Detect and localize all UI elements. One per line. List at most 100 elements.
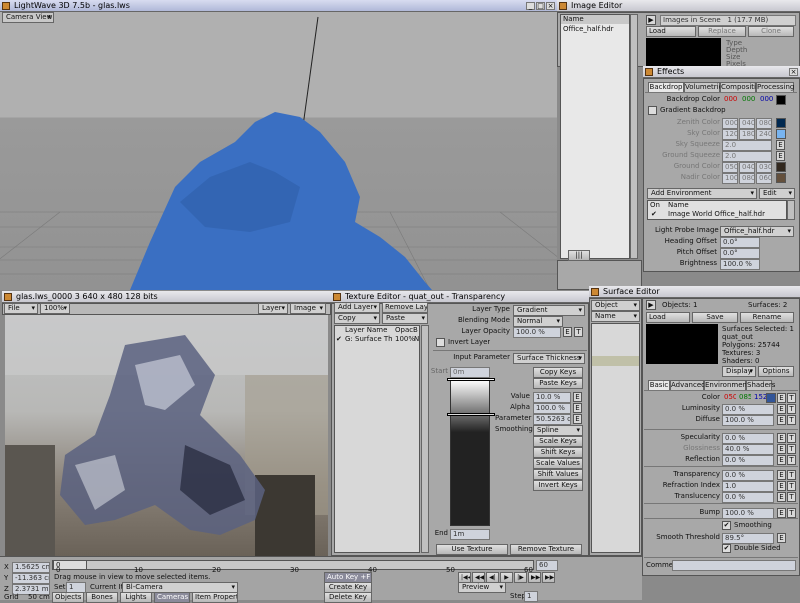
end-frame-field[interactable]: 60	[536, 560, 558, 571]
paste-dropdown[interactable]: Paste	[382, 313, 428, 324]
envelope-button[interactable]: E	[776, 151, 785, 161]
color-blue[interactable]: 152	[752, 393, 766, 404]
effects-close-button[interactable]: ×	[789, 68, 798, 76]
opacity-envelope-button[interactable]: E	[563, 327, 572, 337]
envelope-button[interactable]: E	[777, 415, 786, 425]
gradient-bar[interactable]	[447, 378, 495, 526]
gradient-row-value[interactable]: 180	[739, 129, 755, 140]
tab-compositing[interactable]: Compositing	[720, 82, 765, 92]
gradient-color-swatch[interactable]	[776, 173, 786, 183]
gradient-row-value[interactable]: 040	[739, 162, 755, 173]
surface-property-field[interactable]: 0.0 %	[722, 492, 774, 503]
bones-button[interactable]: Bones	[86, 592, 118, 603]
item-properties-button[interactable]: Item Properties	[192, 592, 238, 603]
tab-basic[interactable]: Basic	[648, 380, 670, 390]
use-texture-button[interactable]: Use Texture	[436, 544, 508, 555]
value-field[interactable]: 10.0 %	[533, 392, 571, 403]
env-item-check[interactable]: ✔	[651, 210, 657, 219]
texture-button[interactable]: T	[787, 481, 796, 491]
parameter-field[interactable]: 50.5263 cm	[533, 414, 571, 425]
image-load-button[interactable]: Load	[646, 26, 696, 37]
smooth-threshold-field[interactable]: 89.5°	[722, 533, 774, 544]
scroll-button[interactable]: |||	[568, 250, 590, 261]
remove-texture-button[interactable]: Remove Texture	[510, 544, 582, 555]
tab-volumetrics[interactable]: Volumetrics	[684, 82, 726, 92]
gradient-row-value[interactable]: 080	[739, 173, 755, 184]
envelope-button[interactable]: E	[776, 140, 785, 150]
gradient-color-swatch[interactable]	[776, 118, 786, 128]
light-probe-dropdown[interactable]: Office_half.hdr	[720, 226, 794, 237]
shift-keys-button[interactable]: Shift Keys	[533, 447, 583, 458]
envelope-button[interactable]: E	[777, 481, 786, 491]
color-green[interactable]: 085	[737, 393, 751, 404]
surface-play-arrow-icon[interactable]: ▶	[646, 300, 656, 310]
surface-rename-button[interactable]: Rename	[740, 312, 794, 323]
surface-save-button[interactable]: Save	[692, 312, 738, 323]
backdrop-green[interactable]: 000	[740, 95, 756, 106]
surface-property-field[interactable]: 0.0 %	[722, 470, 774, 481]
smoothing-checkbox[interactable]: ✔	[722, 521, 731, 530]
images-in-scene-dropdown[interactable]: Images in Scene 1 (17.7 MB)	[660, 15, 796, 26]
options-button[interactable]: Options	[758, 366, 794, 377]
gradient-row-value[interactable]: 000	[722, 118, 738, 129]
value-envelope-button[interactable]: E	[573, 392, 582, 402]
image-list-scrollbar[interactable]	[630, 14, 638, 259]
texture-button[interactable]: T	[787, 470, 796, 480]
maximize-button[interactable]: □	[536, 2, 545, 10]
gradient-row-value[interactable]: 100	[722, 173, 738, 184]
texture-button[interactable]: T	[787, 415, 796, 425]
tab-environment[interactable]: Environment	[704, 380, 750, 390]
texture-button[interactable]: T	[787, 404, 796, 414]
pitch-offset-field[interactable]: 0.0°	[720, 248, 760, 259]
envelope-button[interactable]: E	[777, 444, 786, 454]
envelope-button[interactable]: E	[777, 508, 786, 518]
comment-field[interactable]	[672, 560, 796, 571]
objects-button[interactable]: Objects	[52, 592, 84, 603]
delete-key-button[interactable]: Delete Key	[324, 592, 372, 603]
step-field[interactable]: 1	[524, 591, 538, 602]
start-field[interactable]: 0m	[450, 367, 490, 378]
layer-row-check[interactable]: ✔	[336, 335, 342, 344]
surface-property-field[interactable]: 1.0	[722, 481, 774, 492]
gradient-row-value[interactable]: 080	[756, 118, 772, 129]
texture-button[interactable]: T	[787, 508, 796, 518]
gradient-row-value[interactable]: 030	[756, 162, 772, 173]
surface-property-field[interactable]: 0.0 %	[722, 455, 774, 466]
layer-row-name[interactable]: G: Surface Thick…	[345, 335, 393, 344]
gradient-key-top[interactable]	[447, 378, 495, 381]
scale-keys-button[interactable]: Scale Keys	[533, 436, 583, 447]
gradient-row-value[interactable]: 040	[739, 118, 755, 129]
alpha-envelope-button[interactable]: E	[573, 403, 582, 413]
surface-list-selection[interactable]	[592, 356, 639, 366]
gradient-key-mid[interactable]	[447, 413, 495, 416]
surface-list[interactable]	[591, 323, 640, 553]
color-envelope-button[interactable]: E	[777, 393, 786, 403]
backdrop-red[interactable]: 000	[722, 95, 738, 106]
envelope-button[interactable]: E	[777, 455, 786, 465]
heading-offset-field[interactable]: 0.0°	[720, 237, 760, 248]
render-layer-dropdown[interactable]: Layer	[258, 303, 288, 314]
envelope-button[interactable]: E	[777, 492, 786, 502]
double-sided-checkbox[interactable]: ✔	[722, 544, 731, 553]
envelope-button[interactable]: E	[777, 470, 786, 480]
backdrop-color-swatch[interactable]	[776, 95, 786, 105]
copy-dropdown[interactable]: Copy	[334, 313, 380, 324]
gradient-row-value[interactable]: 050	[722, 162, 738, 173]
add-layer-dropdown[interactable]: Add Layer	[334, 302, 380, 313]
surface-color-swatch[interactable]	[766, 393, 776, 403]
image-list-item[interactable]: Office_half.hdr	[563, 25, 614, 34]
tab-backdrop[interactable]: Backdrop	[648, 82, 684, 92]
surface-property-field[interactable]: 0.0 %	[722, 404, 774, 415]
play-arrow-icon[interactable]: ▶	[646, 15, 656, 25]
environment-list[interactable]: On Name ✔ Image World Office_half.hdr	[647, 200, 787, 220]
image-replace-button[interactable]: Replace	[698, 26, 746, 37]
environment-edit-dropdown[interactable]: Edit	[759, 188, 795, 199]
gradient-row-value[interactable]: 2.0	[722, 140, 772, 151]
env-item[interactable]: Image World Office_half.hdr	[668, 210, 765, 219]
invert-keys-button[interactable]: Invert Keys	[533, 480, 583, 491]
gradient-color-swatch[interactable]	[776, 129, 786, 139]
edit-by-object-dropdown[interactable]: Object	[591, 300, 640, 311]
y-position-field[interactable]: -11.363 cm	[12, 573, 50, 584]
transport-button[interactable]: ▶▶|	[542, 572, 555, 583]
texture-button[interactable]: T	[787, 455, 796, 465]
